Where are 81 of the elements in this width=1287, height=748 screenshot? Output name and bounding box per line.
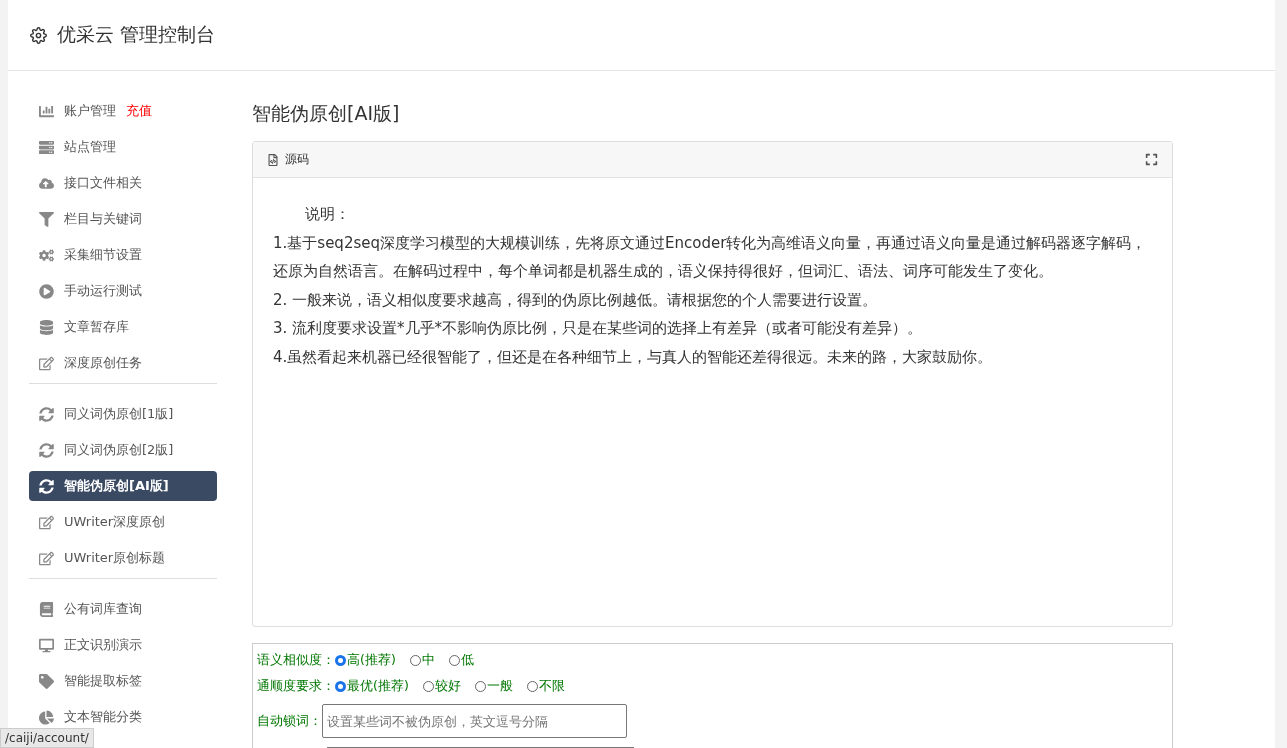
lock-words-field[interactable]: 设置某些词不被伪原创，英文逗号分隔 [322,704,627,738]
sidebar-item-label: 手动运行测试 [64,282,142,300]
radio-icon[interactable] [335,681,346,692]
app-title: 优采云 管理控制台 [57,22,216,47]
sidebar-item-label: 智能伪原创[AI版] [64,477,169,495]
sidebar-item-label: 文本智能分类 [64,708,142,726]
radio-icon[interactable] [335,655,346,666]
sidebar-item-label: 正文识别演示 [64,636,142,654]
page-title: 智能伪原创[AI版] [252,101,401,126]
database-icon [39,319,54,335]
sidebar-item-label: 公有词库查询 [64,600,142,618]
server-icon [39,139,54,155]
gears-icon [39,247,54,263]
sidebar-item-label: 文章暂存库 [64,318,129,336]
sidebar-item-label: UWriter深度原创 [64,513,166,531]
editor-paragraph: 1.基于seq2seq深度学习模型的大规模训练，先将原文通过Encoder转化为高维语义向量，再通过语义向量是通过解码器逐字解码，还原为自然语言。在解码过程中，每个单词都是机器生成的，语义保持得很好，但词汇、语法、词序可能发生了变化。 [273,232,1148,282]
sidebar-item-label: 栏目与关键词 [64,210,142,228]
sidebar-item-label: 站点管理 [64,138,116,156]
radio-option[interactable]: 最优(推荐) [335,678,409,695]
sidebar-item-label: 采集细节设置 [64,246,142,264]
sidebar-item[interactable]: 站点管理 [29,132,217,162]
radio-option[interactable]: 不限 [526,678,565,695]
radio-icon[interactable] [526,681,538,692]
option-label: 语义相似度： [257,652,335,669]
radio-icon[interactable] [409,655,421,666]
sidebar-item-label: 账户管理 [64,102,116,120]
settings-icon [30,26,47,44]
sidebar-item[interactable]: 栏目与关键词 [29,204,217,234]
sidebar-item[interactable]: 正文识别演示 [29,630,217,660]
radio-option[interactable]: 较好 [422,678,461,695]
refresh-icon [39,442,54,458]
recharge-link[interactable]: 充值 [126,102,152,120]
radio-icon[interactable] [448,655,460,666]
sidebar-item[interactable]: 智能提取标签 [29,666,217,696]
radio-option[interactable]: 高(推荐) [335,652,396,669]
sidebar-item[interactable]: 采集细节设置 [29,240,217,270]
sidebar-item[interactable]: 同义词伪原创[1版] [29,399,217,429]
bar-chart-icon [39,103,54,119]
refresh-icon [39,478,54,494]
sidebar-item-label: 接口文件相关 [64,174,142,192]
source-button[interactable]: 源码 [267,151,309,168]
radio-option[interactable]: 一般 [474,678,513,695]
option-label: 自动锁词： [257,712,322,730]
editor-paragraph: 说明： [304,204,351,225]
sidebar-item[interactable]: 同义词伪原创[2版] [29,435,217,465]
sidebar-item[interactable]: UWriter深度原创 [29,507,217,537]
sidebar-item[interactable]: 账户管理 充值 [29,96,217,126]
radio-icon[interactable] [474,681,486,692]
sidebar-item[interactable]: 接口文件相关 [29,168,217,198]
monitor-icon [39,637,54,653]
edit-icon [39,550,54,566]
sidebar-item-label: UWriter原创标题 [64,549,166,567]
sidebar-item[interactable]: 文章暂存库 [29,312,217,342]
sidebar-item[interactable]: 智能伪原创[AI版] [29,471,217,501]
sidebar-item-label: 深度原创任务 [64,354,142,372]
edit-icon [39,514,54,530]
refresh-icon [39,406,54,422]
edit-icon [39,355,54,371]
sidebar-item[interactable]: 深度原创任务 [29,348,217,378]
sidebar-item[interactable]: 公有词库查询 [29,594,217,624]
sidebar-item-label: 同义词伪原创[1版] [64,405,174,423]
fullscreen-icon[interactable] [1145,153,1158,166]
radio-icon[interactable] [422,681,434,692]
sidebar-item-label: 智能提取标签 [64,672,142,690]
editor-paragraph: 3. 流利度要求设置*几乎*不影响伪原比例，只是在某些词的选择上有差异（或者可能没有差异）。 [273,318,924,339]
sidebar-item-label: 同义词伪原创[2版] [64,441,174,459]
code-file-icon [267,153,279,166]
editor-paragraph: 2. 一般来说，语义相似度要求越高，得到的伪原比例越低。请根据您的个人需要进行设置。 [273,289,879,311]
sidebar-item[interactable]: UWriter原创标题 [29,543,217,573]
editor-paragraph: 4.虽然看起来机器已经很智能了，但还是在各种细节上，与真人的智能还差得很远。未来的路，大家鼓励你。 [273,346,994,368]
radio-option[interactable]: 低 [448,652,474,669]
radio-option[interactable]: 中 [409,652,435,669]
tag-icon [39,673,54,689]
play-icon [39,283,54,299]
sidebar-item[interactable]: 手动运行测试 [29,276,217,306]
book-icon [39,601,54,617]
status-url: /caiji/account/ [0,728,94,748]
option-label: 通顺度要求： [257,678,335,695]
cloud-upload-icon [39,175,54,191]
pie-chart-icon [39,709,54,725]
filter-icon [39,211,54,227]
